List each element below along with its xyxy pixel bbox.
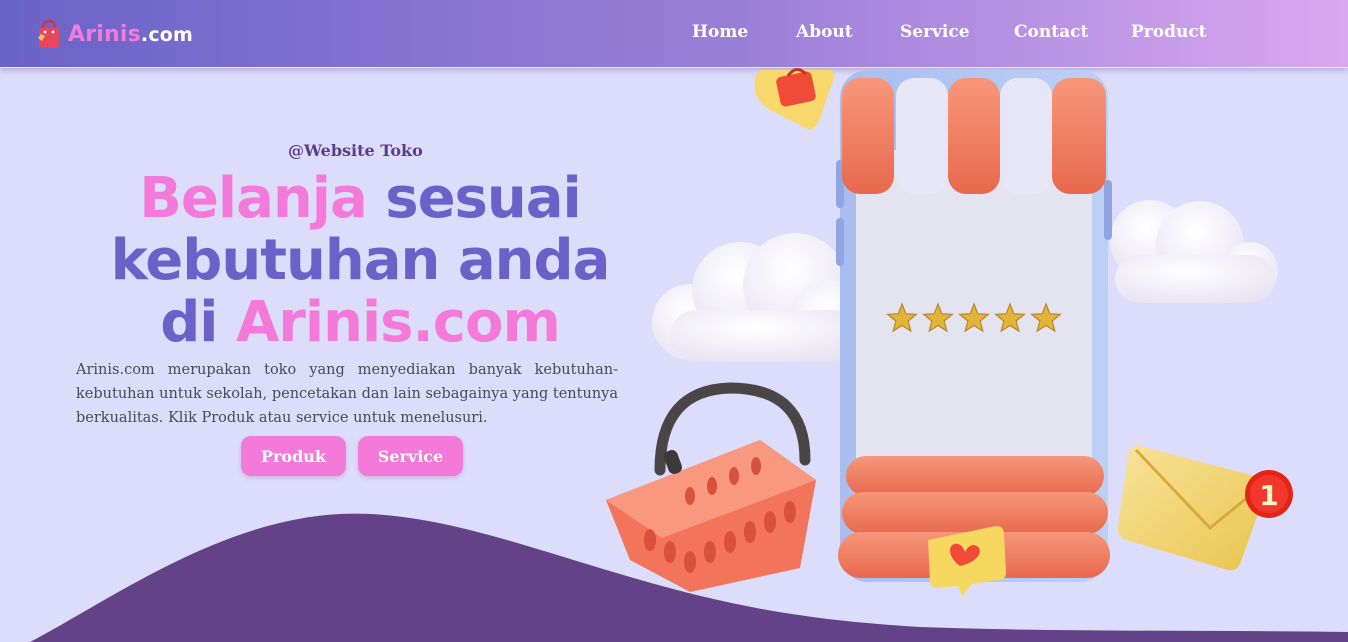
shopping-bag-bubble-icon xyxy=(754,68,835,130)
hero-description: Arinis.com merupakan toko yang menyediak… xyxy=(76,362,618,426)
notification-badge: 1 xyxy=(1245,470,1293,518)
hero-title-part-2: kebutuhan anda xyxy=(110,228,611,293)
envelope-icon xyxy=(1117,445,1268,571)
hero-tagline: @Website Toko xyxy=(288,141,423,160)
shopping-basket-icon xyxy=(606,382,816,592)
service-button[interactable]: Service xyxy=(358,436,463,476)
produk-button[interactable]: Produk xyxy=(241,436,346,476)
hero-title: Belanja sesuai kebutuhan anda di Arinis.co… xyxy=(80,168,640,354)
notification-count: 1 xyxy=(1259,479,1278,512)
hero-title-highlight-1: Belanja xyxy=(139,166,367,231)
cloud-right-icon xyxy=(1110,200,1278,303)
hero-title-part-1: sesuai xyxy=(366,166,582,231)
hero-title-highlight-3: Arinis.com xyxy=(235,290,561,355)
shop-illustration: 1 xyxy=(606,68,1293,596)
hero-title-part-3: di xyxy=(160,290,236,355)
